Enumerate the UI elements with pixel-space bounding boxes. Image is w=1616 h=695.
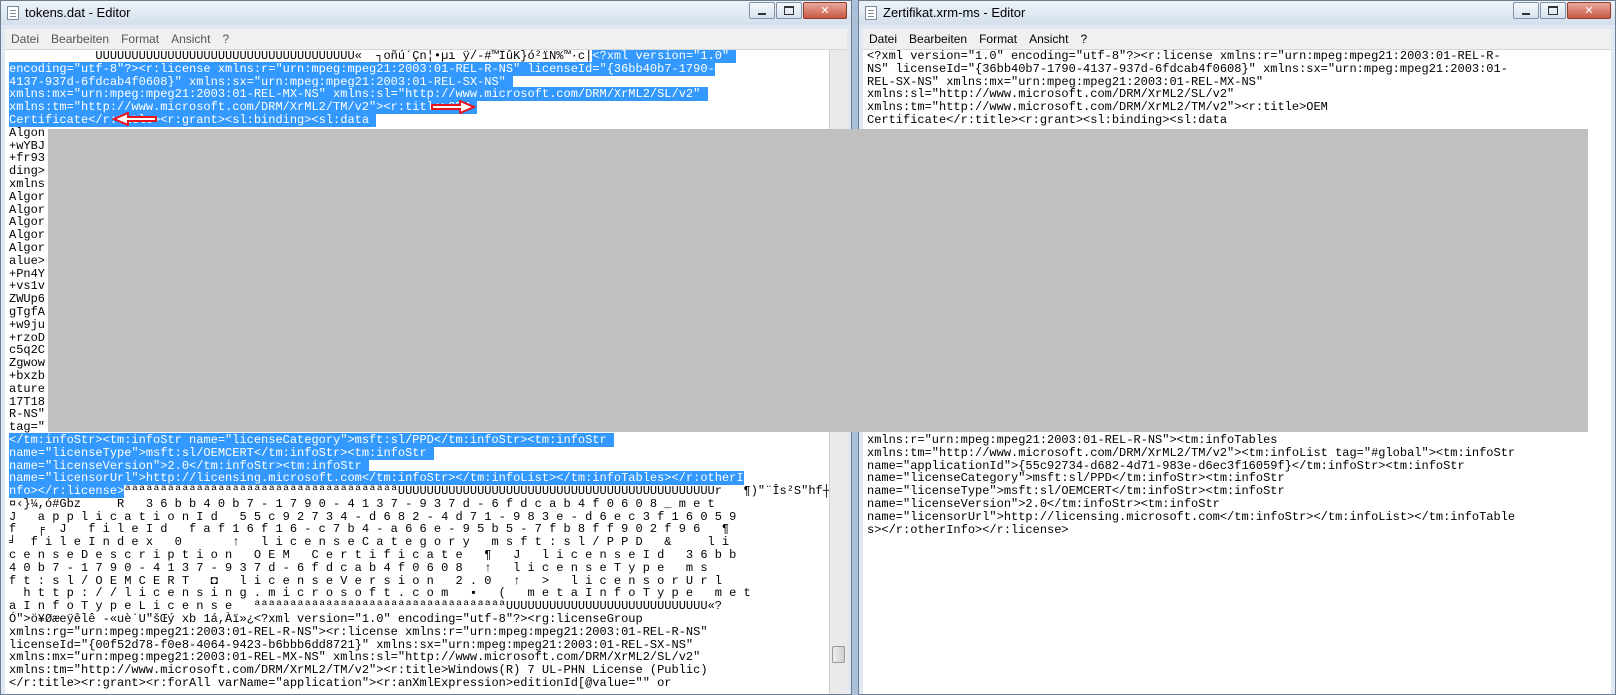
text-line: xmlns:tm="http://www.microsoft.com/DRM/X… (867, 445, 1516, 460)
menu-help[interactable]: ? (1074, 32, 1093, 46)
text-line: UUUUUUUUUUUUUUUUUUUUUUUUUUUUUUUUUUUU« ┐o… (5, 50, 829, 63)
minimize-button[interactable] (749, 2, 775, 19)
selected-text: Certificate</r:title><r:grant><sl:bindin… (9, 112, 377, 127)
text-line: name="licenseVersion">2.0</tm:infoStr><t… (867, 496, 1220, 511)
text-line: encoding="utf-8"?><r:license xmlns:r="ur… (5, 61, 829, 76)
menu-bar: Datei Bearbeiten Format Ansicht ? (5, 29, 847, 50)
close-button[interactable]: ✕ (1567, 2, 1611, 19)
notepad-icon (7, 6, 19, 20)
menu-format[interactable]: Format (115, 32, 165, 46)
window-title: Zertifikat.xrm-ms - Editor (883, 5, 1026, 20)
selected-text: </tm:infoStr><tm:infoStr name="licenseCa… (9, 432, 614, 447)
maximize-button[interactable] (1540, 2, 1566, 19)
text-line: </tm:infoStr><tm:infoStr name="licenseCa… (5, 432, 829, 447)
text-segment: tag=" (9, 420, 46, 435)
menu-bearbeiten[interactable]: Bearbeiten (45, 32, 115, 46)
menu-ansicht[interactable]: Ansicht (1023, 32, 1074, 46)
selected-text: encoding="utf-8"?><r:license xmlns:r="ur… (9, 61, 715, 76)
text-line: xmlns:r="urn:mpeg:mpeg21:2003:01-REL-R-N… (867, 433, 1278, 447)
minimize-button[interactable] (1513, 2, 1539, 19)
window-title: tokens.dat - Editor (25, 5, 131, 20)
menu-datei[interactable]: Datei (5, 32, 45, 46)
text-line: </r:title><r:grant><r:forAll varName="ap… (5, 677, 829, 690)
text-line: <?xml version="1.0" encoding="utf-8"?><r… (867, 50, 1501, 63)
menu-help[interactable]: ? (216, 32, 235, 46)
text-segment: </r:title><r:grant><r:forAll varName="ap… (9, 676, 672, 691)
text-line: s></r:otherInfo></r:license> (867, 522, 1069, 537)
text-line: NS" licenseId="{36bb40b7-1790-4137-937d-… (867, 61, 1508, 76)
text-line: name="licensorUrl">http://licensing.micr… (867, 509, 1516, 524)
menu-format[interactable]: Format (973, 32, 1023, 46)
menu-datei[interactable]: Datei (863, 32, 903, 46)
menu-bar: Datei Bearbeiten Format Ansicht ? (863, 29, 1611, 50)
right-arrow-annotation (431, 100, 476, 114)
menu-bearbeiten[interactable]: Bearbeiten (903, 32, 973, 46)
selected-text: name="licenseType">msft:sl/OEMCERT</tm:i… (9, 445, 434, 460)
text-line: name="licenseType">msft:sl/OEMCERT</tm:i… (5, 445, 829, 460)
left-arrow-annotation (112, 112, 157, 126)
text-line: Certificate</r:title><r:grant><sl:bindin… (867, 112, 1228, 127)
maximize-button[interactable] (776, 2, 802, 19)
title-bar[interactable]: tokens.dat - Editor ✕ (1, 1, 851, 25)
title-bar[interactable]: Zertifikat.xrm-ms - Editor ✕ (859, 1, 1615, 25)
redaction-overlay (48, 129, 1588, 432)
menu-ansicht[interactable]: Ansicht (165, 32, 216, 46)
scrollbar-thumb[interactable] (832, 646, 845, 663)
close-button[interactable]: ✕ (803, 2, 847, 19)
notepad-icon (865, 6, 877, 20)
